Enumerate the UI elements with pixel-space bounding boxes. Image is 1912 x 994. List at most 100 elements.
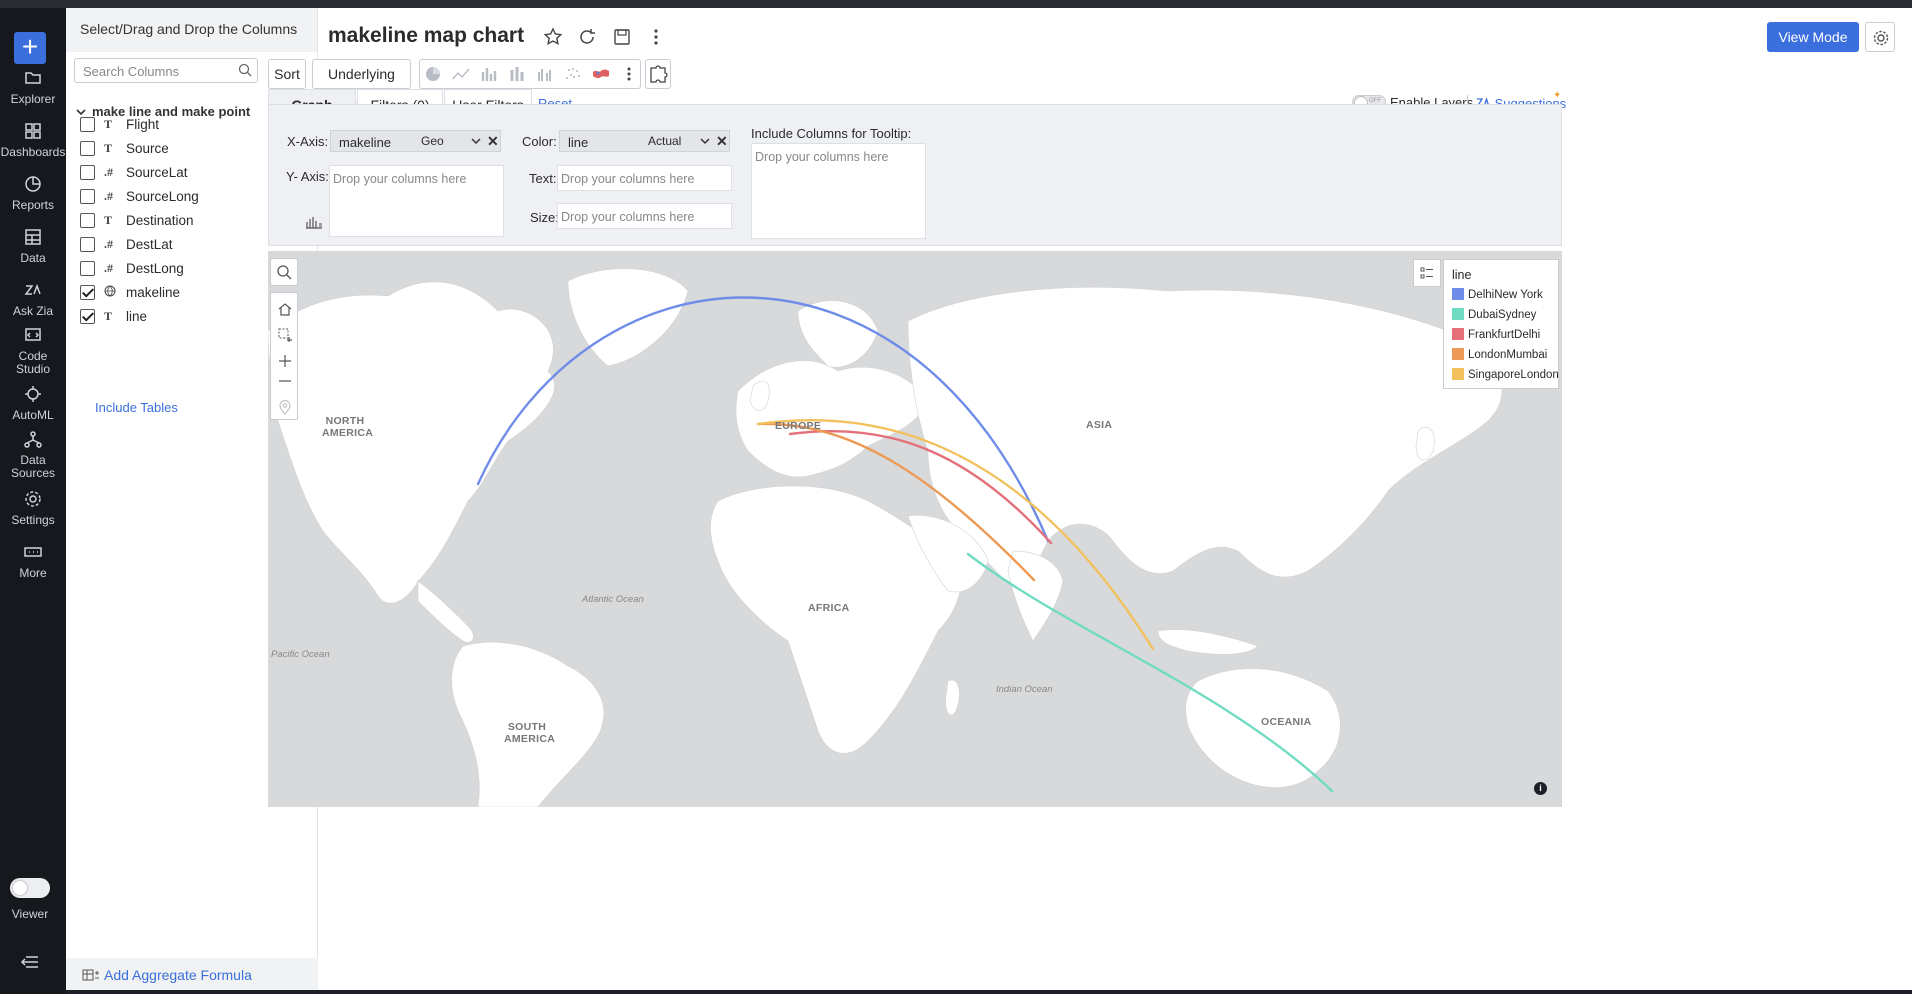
axis-settings-icon[interactable]: [305, 215, 323, 229]
data-sources-icon: [24, 431, 42, 448]
x-axis-label: X-Axis:: [287, 134, 329, 149]
column-name: Flight: [126, 117, 160, 132]
underlying-data-button[interactable]: Underlying Data: [312, 59, 411, 110]
more-options-icon[interactable]: [645, 26, 667, 48]
nav-settings[interactable]: Settings: [0, 489, 66, 527]
color-label: Color:: [522, 134, 557, 149]
stacked-bar-icon[interactable]: [508, 66, 526, 82]
tooltip-placeholder: Drop your columns here: [755, 150, 889, 164]
size-dropzone[interactable]: Drop your columns here: [557, 203, 732, 229]
fullscreen-button[interactable]: [645, 59, 671, 89]
info-icon[interactable]: i: [1534, 782, 1547, 795]
create-new-button[interactable]: +: [14, 32, 46, 64]
column-checkbox[interactable]: [80, 141, 95, 156]
pie-chart-icon[interactable]: [424, 66, 442, 82]
column-name: DestLong: [126, 261, 184, 276]
add-aggregate-label: Add Aggregate Formula: [104, 967, 252, 983]
column-checkbox[interactable]: [80, 285, 95, 300]
legend-toggle-button[interactable]: [1413, 259, 1441, 287]
grouped-bar-icon[interactable]: [536, 66, 554, 82]
refresh-icon[interactable]: [576, 26, 598, 48]
automl-icon: [25, 386, 41, 402]
nav-code-studio[interactable]: Code Studio: [0, 326, 66, 376]
color-agg-value: Actual: [648, 134, 682, 148]
save-icon[interactable]: [611, 26, 633, 48]
location-pin-icon[interactable]: [277, 399, 293, 415]
column-checkbox[interactable]: [80, 213, 95, 228]
map-chart-icon[interactable]: [592, 66, 610, 82]
settings-button[interactable]: [1865, 22, 1895, 52]
table-group-header[interactable]: make line and make point: [76, 104, 250, 119]
top-bar: [0, 0, 1912, 8]
column-checkbox[interactable]: [80, 189, 95, 204]
text-type-icon: T: [104, 141, 113, 155]
more-charts-icon[interactable]: [620, 66, 638, 82]
nav-automl[interactable]: AutoML: [0, 384, 66, 422]
greenland-land: [567, 268, 689, 367]
search-placeholder: Search Columns: [83, 64, 180, 79]
box-zoom-icon[interactable]: [277, 327, 293, 343]
scatter-chart-icon[interactable]: [564, 66, 582, 82]
sort-button[interactable]: Sort: [268, 59, 306, 89]
nav-explorer[interactable]: Explorer: [0, 68, 66, 106]
x-axis-pill[interactable]: makeline Geo ✕: [330, 130, 501, 152]
label-north-america: NORTH AMERICA: [322, 415, 374, 439]
column-checkbox[interactable]: [80, 165, 95, 180]
zoom-in-icon[interactable]: [277, 353, 293, 369]
tooltip-dropzone[interactable]: Drop your columns here: [751, 143, 926, 239]
column-checkbox[interactable]: [80, 309, 95, 324]
color-pill[interactable]: line Actual ✕: [559, 130, 730, 152]
chart-type-selector: [419, 59, 641, 89]
map-search-button[interactable]: [270, 258, 298, 286]
label-asia: ASIA: [1086, 419, 1113, 431]
left-nav: + Explorer Dashboards Reports Data Ask Z…: [0, 8, 66, 994]
color-aggregation-select[interactable]: Actual: [642, 133, 712, 149]
include-tables-link[interactable]: Include Tables: [95, 400, 178, 415]
view-mode-button[interactable]: View Mode: [1767, 22, 1859, 52]
column-checkbox[interactable]: [80, 237, 95, 252]
star-icon[interactable]: [542, 26, 564, 48]
home-icon[interactable]: [277, 301, 293, 317]
numeric-type-icon: .#: [104, 237, 113, 251]
search-columns-input[interactable]: Search Columns: [74, 58, 258, 83]
text-type-icon: T: [104, 309, 113, 323]
nav-ask-zia[interactable]: Ask Zia: [0, 280, 66, 318]
nav-data[interactable]: Data: [0, 227, 66, 265]
legend-item[interactable]: SingaporeLondon: [1452, 368, 1559, 381]
remove-color-icon[interactable]: ✕: [716, 133, 728, 150]
legend-item[interactable]: FrankfurtDelhi: [1452, 328, 1540, 341]
numeric-type-icon: .#: [104, 189, 113, 203]
bar-chart-icon[interactable]: [480, 66, 498, 82]
map-canvas[interactable]: [268, 251, 1562, 807]
nav-more[interactable]: More: [0, 542, 66, 580]
column-checkbox[interactable]: [80, 117, 95, 132]
text-type-icon: T: [104, 213, 113, 227]
legend-item[interactable]: LondonMumbai: [1452, 348, 1547, 361]
legend-label: DubaiSydney: [1468, 309, 1537, 321]
viewer-toggle[interactable]: [10, 878, 50, 898]
y-axis-dropzone[interactable]: Drop your columns here: [329, 165, 504, 237]
nav-data-sources[interactable]: Data Sources: [0, 430, 66, 480]
scandinavia-land: [797, 300, 879, 368]
puzzle-icon: [650, 65, 668, 83]
legend-label: LondonMumbai: [1468, 349, 1548, 361]
chevron-down-icon: [700, 138, 710, 145]
nav-label: Settings: [11, 513, 55, 527]
add-aggregate-formula-button[interactable]: Add Aggregate Formula: [66, 958, 318, 990]
nav-dashboards[interactable]: Dashboards: [0, 121, 66, 159]
madagascar-land: [945, 679, 960, 716]
zia-icon: [24, 283, 41, 295]
column-checkbox[interactable]: [80, 261, 95, 276]
tooltip-label: Include Columns for Tooltip:: [751, 126, 912, 141]
collapse-menu-icon[interactable]: [20, 954, 40, 970]
line-chart-icon[interactable]: [452, 66, 470, 82]
chevron-down-icon: [76, 109, 86, 116]
column-name: SourceLong: [126, 189, 199, 204]
x-axis-aggregation-select[interactable]: Geo: [415, 133, 483, 149]
nav-reports[interactable]: Reports: [0, 174, 66, 212]
legend-item[interactable]: DubaiSydney: [1452, 308, 1536, 321]
text-dropzone[interactable]: Drop your columns here: [557, 165, 732, 191]
legend-item[interactable]: DelhiNew York: [1452, 288, 1543, 301]
zoom-out-icon[interactable]: [277, 373, 293, 389]
remove-x-axis-icon[interactable]: ✕: [487, 133, 499, 150]
